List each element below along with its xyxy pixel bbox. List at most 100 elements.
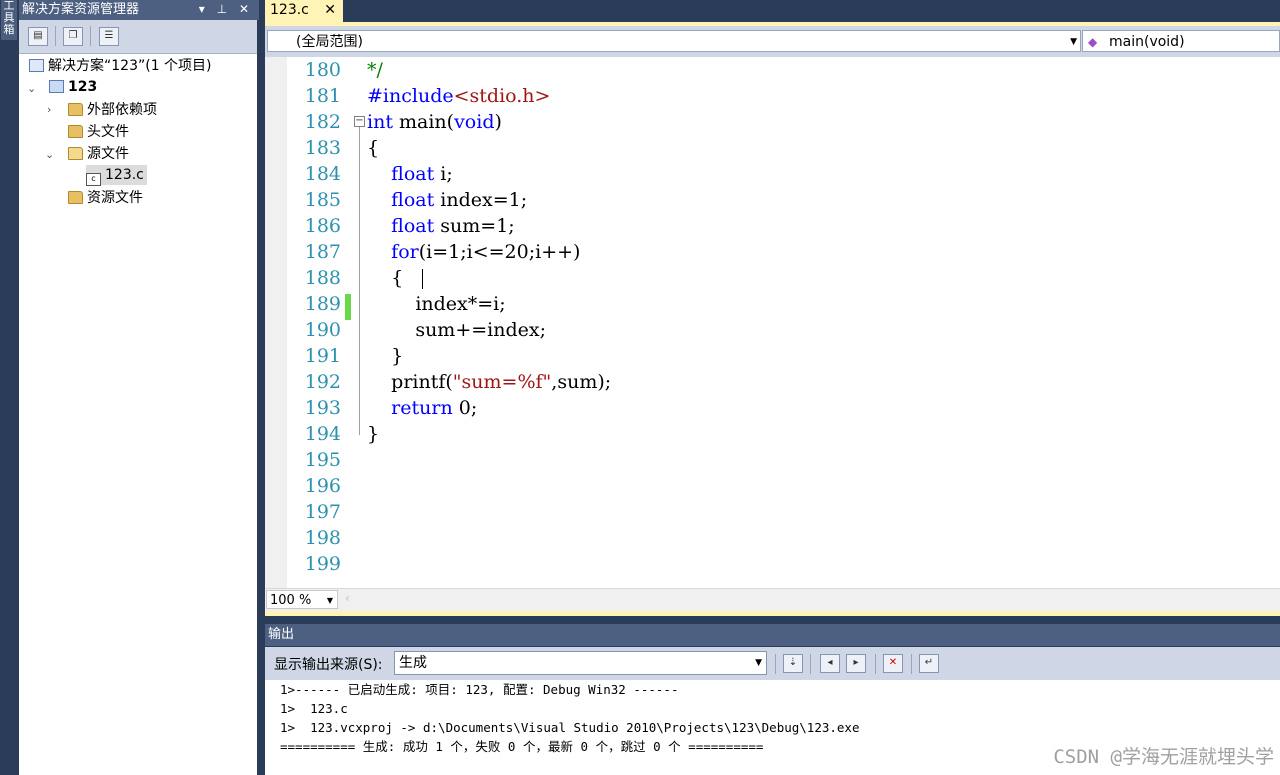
toolbox-strip: 工具箱 <box>0 0 19 775</box>
line-number: 183 <box>304 137 341 159</box>
folder-icon <box>68 191 83 204</box>
editor-gutter <box>265 57 287 589</box>
code-line: float index=1; <box>391 189 528 211</box>
line-number: 185 <box>304 189 341 211</box>
pin-icon[interactable]: ⊥ <box>217 2 231 16</box>
text-caret <box>422 269 423 289</box>
tab-label: 123.c <box>270 2 309 18</box>
chevron-down-icon: ▼ <box>1070 37 1077 47</box>
code-line: printf("sum=%f",sum); <box>367 371 612 393</box>
chevron-down-icon[interactable]: ⌄ <box>27 82 36 95</box>
solution-tree: 解决方案“123”(1 个项目) ⌄ 123 › 外部依赖项 头文件 ⌄ 源文件… <box>19 54 257 775</box>
find-message-icon[interactable]: ⇣ <box>783 654 803 673</box>
output-text[interactable]: 1>------ 已启动生成: 项目: 123, 配置: Debug Win32… <box>265 680 1280 775</box>
code-editor[interactable]: 180 181 182 183 184 185 186 187 188 189 190 191 192 1… <box>265 57 1280 589</box>
toggle-word-wrap-icon[interactable]: ↵ <box>919 654 939 673</box>
toolbox-tab[interactable]: 工具箱 <box>1 0 17 40</box>
code-line: float i; <box>391 163 453 185</box>
line-number: 184 <box>304 163 341 185</box>
chevron-right-icon[interactable]: › <box>47 103 51 116</box>
line-number: 187 <box>304 241 341 263</box>
output-line: 1> 123.vcxproj -> d:\Documents\Visual St… <box>280 720 860 735</box>
folder-icon <box>68 125 83 138</box>
line-number: 188 <box>304 267 341 289</box>
folder-icon <box>68 103 83 116</box>
watermark: CSDN @学海无涯就埋头学 <box>1053 746 1274 768</box>
folder-open-icon <box>68 147 83 160</box>
line-number: 191 <box>304 345 341 367</box>
solution-explorer-title: 解决方案资源管理器 <box>22 2 140 17</box>
output-line: 1> 123.c <box>280 701 348 716</box>
change-marker <box>345 294 351 320</box>
chevron-down-icon: ▼ <box>326 596 333 605</box>
zoom-dropdown[interactable]: 100 % ▼ <box>266 590 338 609</box>
method-icon: ◆ <box>1088 35 1098 49</box>
function-dropdown[interactable]: ◆ main(void) <box>1082 30 1280 52</box>
line-number: 196 <box>304 475 341 497</box>
line-number: 195 <box>304 449 341 471</box>
tree-project-node[interactable]: 123 <box>49 77 97 97</box>
scroll-left-icon[interactable]: ‹ <box>345 591 350 605</box>
code-line: return 0; <box>391 397 478 419</box>
next-message-icon[interactable]: ▸ <box>846 654 866 673</box>
code-line: */ <box>367 59 383 81</box>
code-line: #include<stdio.h> <box>367 85 551 107</box>
tree-source-files[interactable]: 源文件 <box>68 144 129 164</box>
line-number: 199 <box>304 553 341 575</box>
project-icon <box>49 80 64 93</box>
code-line: } <box>367 345 404 367</box>
line-number: 181 <box>304 85 341 107</box>
output-titlebar: 输出 <box>265 624 1280 646</box>
code-line: int main(void) <box>367 111 502 133</box>
tree-header-files[interactable]: 头文件 <box>68 122 129 142</box>
dropdown-icon[interactable]: ▾ <box>199 2 209 16</box>
line-number: 182 <box>304 111 341 133</box>
code-line: for(i=1;i<=20;i++) <box>391 241 581 263</box>
line-number: 194 <box>304 423 341 445</box>
line-number: 186 <box>304 215 341 237</box>
solution-explorer-titlebar: 解决方案资源管理器 ▾ ⊥ ✕ <box>19 0 259 20</box>
c-file-icon: c <box>86 173 101 186</box>
line-number: 189 <box>304 293 341 315</box>
line-number: 198 <box>304 527 341 549</box>
editor-frame-bottom <box>265 611 1280 616</box>
line-number: 190 <box>304 319 341 341</box>
tree-file-123c[interactable]: c 123.c <box>86 165 147 186</box>
tree-resource-files[interactable]: 资源文件 <box>68 188 143 208</box>
navigation-bar: (全局范围) ▼ ◆ main(void) <box>265 26 1280 57</box>
close-icon[interactable]: ✕ <box>239 2 253 16</box>
output-source-dropdown[interactable]: 生成 ▼ <box>394 651 767 675</box>
code-line: sum+=index; <box>367 319 546 341</box>
output-line: ========== 生成: 成功 1 个，失败 0 个，最新 0 个，跳过 0… <box>280 739 764 754</box>
splitter[interactable] <box>257 20 265 775</box>
code-line: { <box>367 137 380 159</box>
line-number: 197 <box>304 501 341 523</box>
output-toolbar: 显示输出来源(S): 生成 ▼ ⇣ ◂ ▸ ✕ ↵ <box>265 647 1280 680</box>
properties-icon[interactable]: ▤ <box>28 27 48 46</box>
tab-123c[interactable]: 123.c ✕ <box>265 0 343 22</box>
output-title: 输出 <box>268 627 295 642</box>
line-number: 193 <box>304 397 341 419</box>
solution-icon <box>29 59 44 72</box>
show-all-files-icon[interactable]: ❐ <box>63 27 83 46</box>
chevron-down-icon: ▼ <box>755 658 762 668</box>
titlebar-buttons: ▾ ⊥ ✕ <box>199 0 253 19</box>
output-line: 1>------ 已启动生成: 项目: 123, 配置: Debug Win32… <box>280 682 679 697</box>
editor-bottom-bar: 100 % ▼ ‹ <box>265 588 1280 611</box>
chevron-down-icon[interactable]: ⌄ <box>45 148 54 161</box>
tree-external-deps[interactable]: 外部依赖项 <box>68 100 157 120</box>
document-tab-bar <box>265 0 1280 22</box>
view-class-diagram-icon[interactable]: ☰ <box>99 27 119 46</box>
code-line: } <box>367 423 380 445</box>
previous-message-icon[interactable]: ◂ <box>820 654 840 673</box>
outline-bracket <box>359 125 360 435</box>
tree-solution-node[interactable]: 解决方案“123”(1 个项目) <box>29 56 212 76</box>
code-line: index*=i; <box>367 293 506 315</box>
close-icon[interactable]: ✕ <box>324 0 336 21</box>
line-number: 192 <box>304 371 341 393</box>
code-line: float sum=1; <box>391 215 515 237</box>
scope-dropdown[interactable]: (全局范围) ▼ <box>267 30 1081 52</box>
solution-explorer-toolbar: ▤ ❐ ☰ <box>19 20 257 54</box>
clear-all-icon[interactable]: ✕ <box>883 654 903 673</box>
collapse-icon[interactable]: − <box>354 116 365 127</box>
